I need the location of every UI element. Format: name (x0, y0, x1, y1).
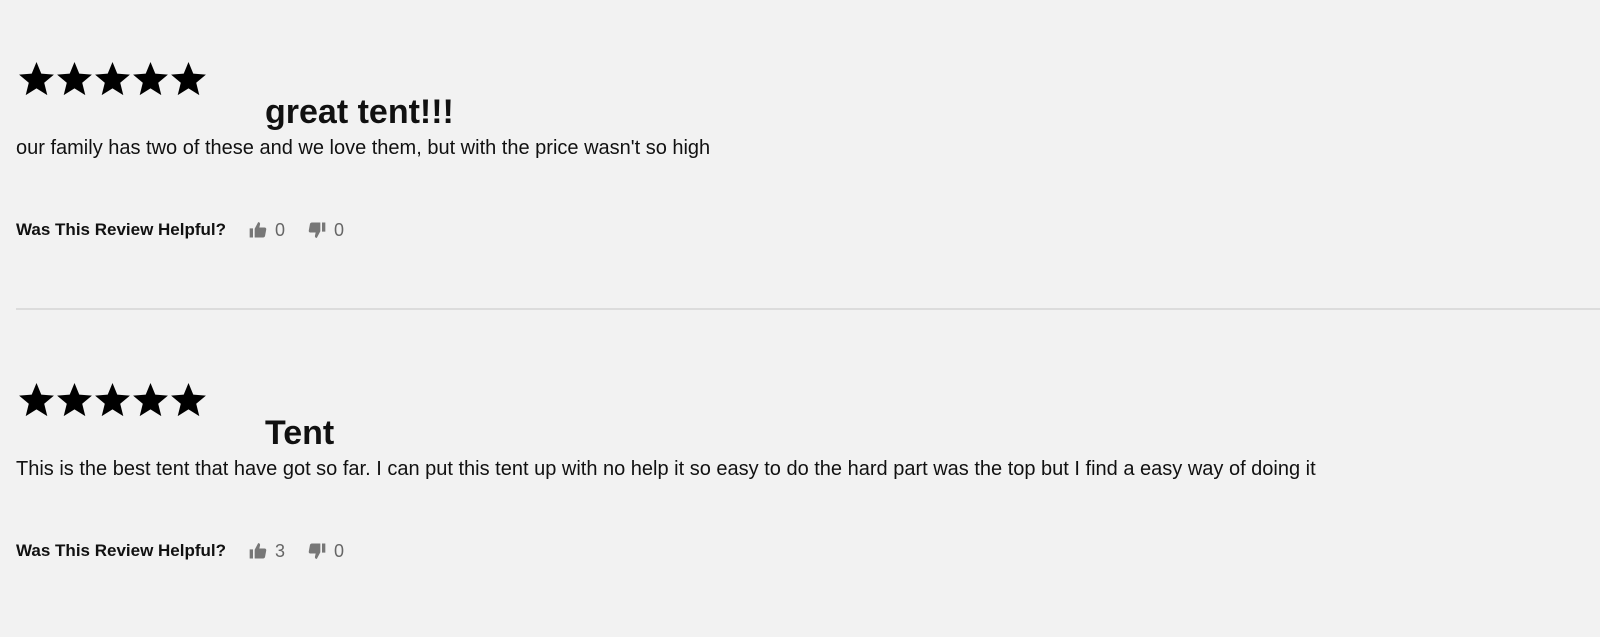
star-icon (170, 58, 207, 98)
star-rating (18, 58, 207, 98)
star-icon (56, 379, 93, 419)
star-icon (94, 379, 131, 419)
helpful-label: Was This Review Helpful? (16, 541, 227, 560)
helpful-row: Was This Review Helpful? 0 0 (16, 218, 344, 242)
helpful-no-button[interactable]: 0 (307, 220, 344, 241)
review-title: great tent!!! (265, 93, 454, 131)
helpful-yes-button[interactable]: 3 (248, 541, 285, 562)
review-divider (16, 308, 1600, 310)
helpful-no-button[interactable]: 0 (307, 541, 344, 562)
reviews-list: great tent!!! our family has two of thes… (0, 0, 1600, 637)
thumbs-up-icon (248, 541, 268, 561)
helpful-yes-count: 3 (275, 540, 286, 561)
helpful-yes-button[interactable]: 0 (248, 220, 285, 241)
star-rating (18, 379, 207, 419)
thumbs-down-icon (307, 541, 327, 561)
star-icon (18, 379, 55, 419)
star-icon (132, 58, 169, 98)
helpful-no-count: 0 (334, 540, 345, 561)
star-icon (94, 58, 131, 98)
star-icon (56, 58, 93, 98)
review-title: Tent (265, 414, 335, 452)
star-icon (132, 379, 169, 419)
review-body: our family has two of these and we love … (16, 137, 711, 159)
star-icon (170, 379, 207, 419)
helpful-label: Was This Review Helpful? (16, 220, 227, 239)
star-icon (18, 58, 55, 98)
thumbs-down-icon (307, 220, 327, 240)
helpful-no-count: 0 (334, 219, 345, 240)
helpful-row: Was This Review Helpful? 3 0 (16, 539, 344, 563)
review-body: This is the best tent that have got so f… (16, 458, 1316, 480)
helpful-yes-count: 0 (275, 219, 286, 240)
thumbs-up-icon (248, 220, 268, 240)
